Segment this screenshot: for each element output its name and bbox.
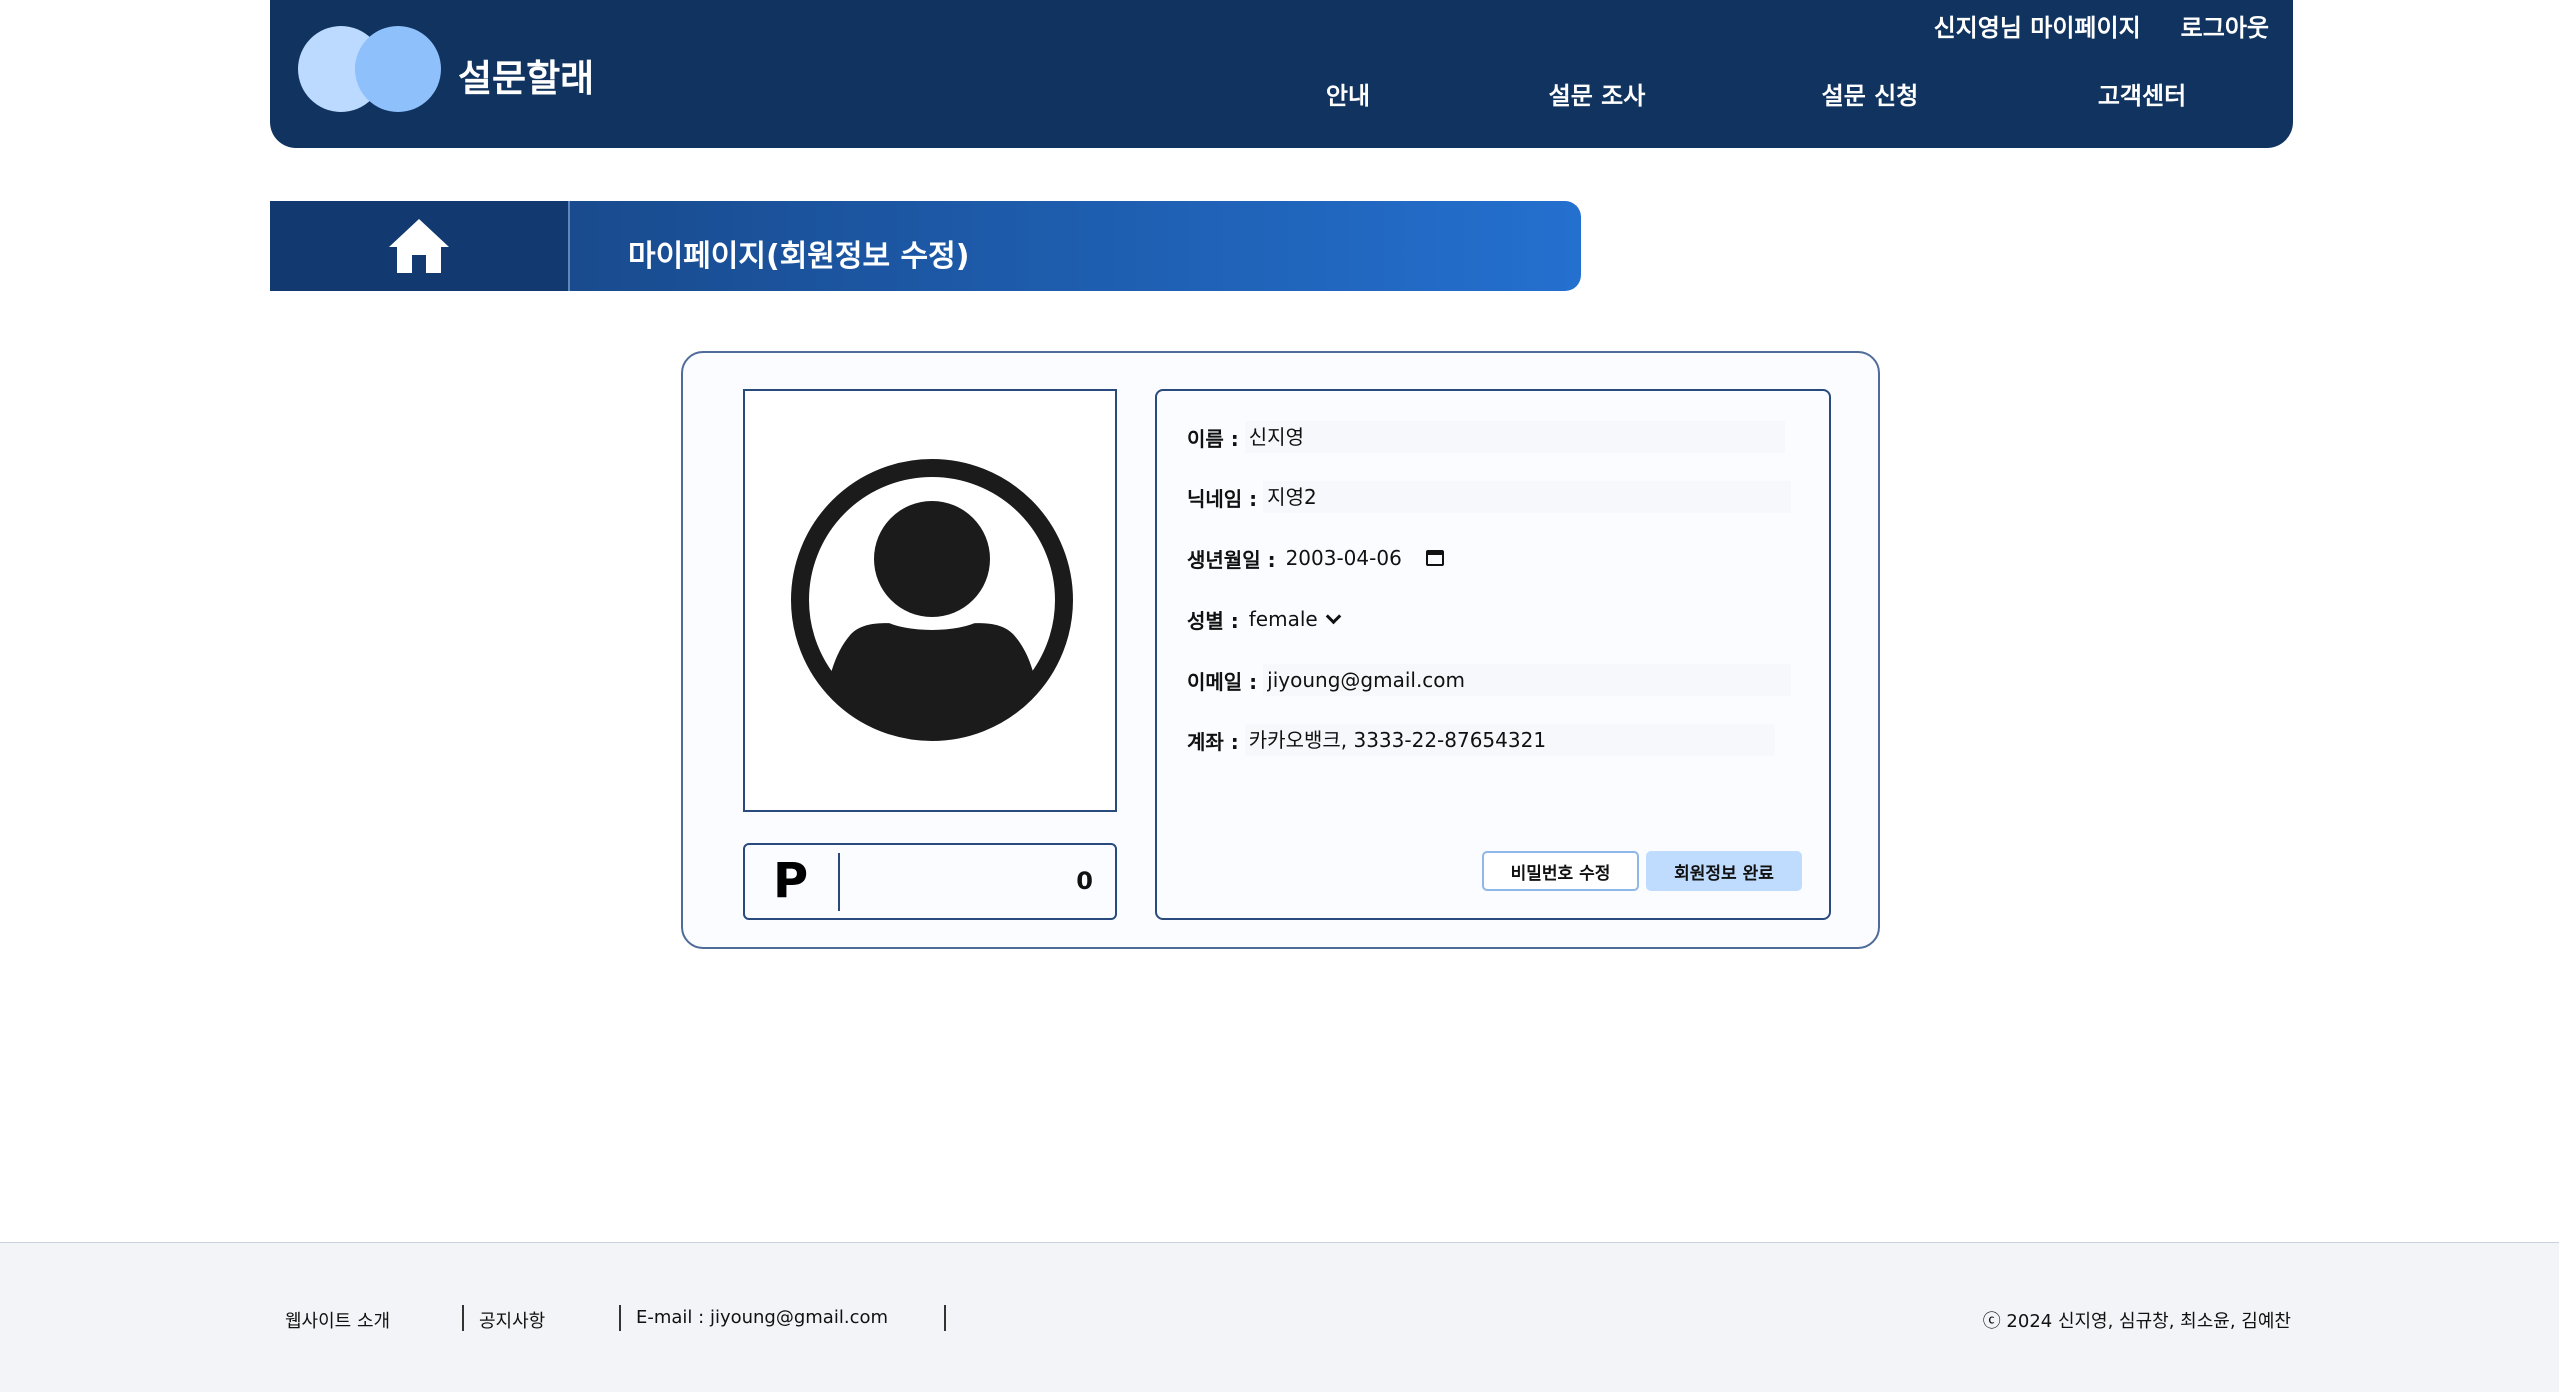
- account-row: 계좌 :: [1187, 720, 1775, 760]
- footer-divider: [619, 1305, 621, 1331]
- email-input[interactable]: [1263, 664, 1792, 696]
- home-icon: [389, 219, 449, 273]
- account-input[interactable]: [1244, 724, 1775, 756]
- gender-label: 성별 :: [1187, 608, 1239, 633]
- top-links: 신지영님 마이페이지 로그아웃: [1934, 8, 2269, 43]
- footer-about-link[interactable]: 웹사이트 소개: [285, 1307, 390, 1333]
- email-row: 이메일 :: [1187, 660, 1792, 700]
- footer-divider: [944, 1305, 946, 1331]
- save-profile-button[interactable]: 회원정보 완료: [1646, 851, 1802, 891]
- footer-email: E-mail : jiyoung@gmail.com: [636, 1307, 889, 1328]
- mypage-link[interactable]: 신지영님 마이페이지: [1934, 8, 2141, 43]
- profile-photo[interactable]: [743, 389, 1117, 812]
- home-button[interactable]: [270, 201, 570, 291]
- site-footer: 웹사이트 소개 공지사항 E-mail : jiyoung@gmail.com …: [0, 1242, 2559, 1392]
- gender-row: 성별 : female: [1187, 599, 1341, 639]
- nickname-input[interactable]: [1263, 481, 1792, 513]
- gender-select[interactable]: female: [1249, 607, 1318, 631]
- page-title-bar: 마이페이지(회원정보 수정): [270, 201, 1581, 291]
- logout-link[interactable]: 로그아웃: [2181, 8, 2269, 43]
- points-value: 0: [1076, 867, 1093, 895]
- nav-item-guide[interactable]: 안내: [1326, 76, 1370, 111]
- nav-item-survey-request[interactable]: 설문 신청: [1822, 76, 1919, 111]
- site-header: 설문할래 신지영님 마이페이지 로그아웃 안내 설문 조사 설문 신청 고객센터: [270, 0, 2293, 148]
- nav-item-support[interactable]: 고객센터: [2098, 76, 2186, 111]
- points-icon: P: [773, 853, 809, 909]
- main-nav: 안내 설문 조사 설문 신청 고객센터: [270, 76, 2293, 116]
- name-label: 이름 :: [1187, 426, 1239, 451]
- nickname-label: 닉네임 :: [1187, 486, 1258, 511]
- change-password-button[interactable]: 비밀번호 수정: [1482, 851, 1639, 891]
- name-input[interactable]: [1244, 421, 1785, 453]
- points-divider: [838, 853, 840, 911]
- profile-card: P 0 이름 : 닉네임 : 생년월일 : 2003-04-06 성별 : fe…: [681, 351, 1880, 949]
- user-avatar-icon: [791, 459, 1073, 741]
- points-box: P 0: [743, 843, 1117, 920]
- footer-divider: [462, 1305, 464, 1331]
- calendar-icon[interactable]: [1425, 550, 1444, 566]
- name-row: 이름 :: [1187, 417, 1785, 457]
- birthdate-input[interactable]: 2003-04-06: [1282, 542, 1406, 574]
- footer-notice-link[interactable]: 공지사항: [479, 1307, 545, 1333]
- birthdate-label: 생년월일 :: [1187, 547, 1276, 572]
- account-label: 계좌 :: [1187, 729, 1239, 754]
- email-label: 이메일 :: [1187, 669, 1258, 694]
- nav-item-survey[interactable]: 설문 조사: [1549, 76, 1646, 111]
- page-title: 마이페이지(회원정보 수정): [628, 239, 970, 274]
- footer-copyright: ⓒ 2024 신지영, 심규창, 최소윤, 김예찬: [1982, 1311, 2291, 1332]
- member-info-form: 이름 : 닉네임 : 생년월일 : 2003-04-06 성별 : female…: [1155, 389, 1831, 920]
- nickname-row: 닉네임 :: [1187, 477, 1792, 517]
- chevron-down-icon[interactable]: [1325, 608, 1341, 624]
- birthdate-row: 생년월일 : 2003-04-06: [1187, 538, 1444, 578]
